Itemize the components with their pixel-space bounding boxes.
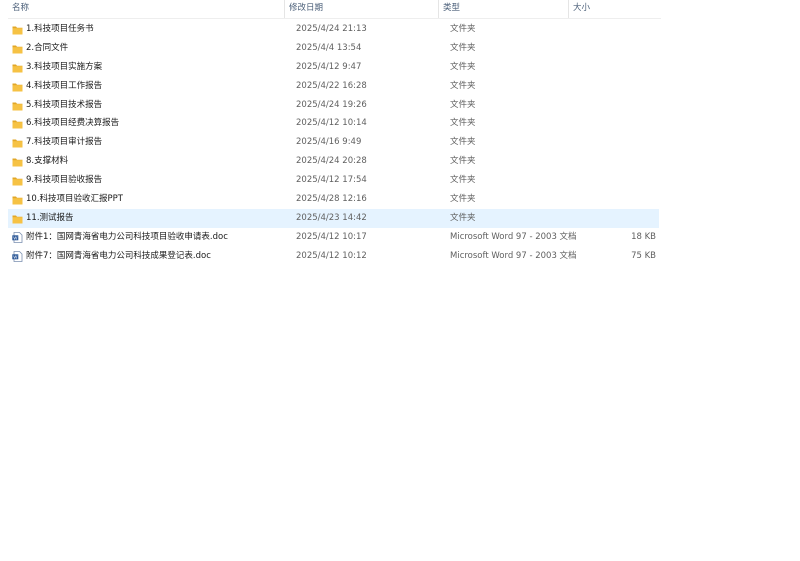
file-row[interactable]: 11.测试报告 2025/4/23 14:42 文件夹	[8, 208, 659, 228]
folder-icon	[12, 24, 23, 35]
file-name: 5.科技项目技术报告	[26, 99, 103, 110]
file-date-modified: 2025/4/24 21:13	[296, 24, 367, 34]
folder-icon	[12, 118, 23, 129]
file-size: 18 KB	[631, 231, 656, 242]
folder-icon	[12, 213, 23, 224]
file-type: 文件夹	[450, 137, 476, 148]
file-row[interactable]: 1.科技项目任务书 2025/4/24 21:13 文件夹	[8, 20, 659, 39]
svg-text:W: W	[13, 254, 17, 259]
file-row[interactable]: W 附件7：国网青海省电力公司科技成果登记表.doc 2025/4/12 10:12…	[8, 247, 659, 266]
file-type: 文件夹	[450, 194, 476, 205]
folder-icon	[12, 175, 23, 186]
file-date-modified: 2025/4/22 16:28	[296, 80, 367, 91]
file-date-modified: 2025/4/12 9:47	[296, 61, 362, 72]
file-date-modified: 2025/4/24 19:26	[296, 99, 367, 110]
file-row[interactable]: 8.支撑材料 2025/4/24 20:28 文件夹	[8, 152, 659, 171]
file-type: 文件夹	[450, 118, 476, 129]
file-type: 文件夹	[450, 175, 476, 186]
file-type: Microsoft Word 97 - 2003 文档	[450, 250, 577, 261]
file-type: 文件夹	[450, 156, 476, 167]
file-name: 附件1：国网青海省电力公司科技项目验收申请表.doc	[26, 231, 228, 242]
file-date-modified: 2025/4/12 10:14	[296, 118, 367, 129]
file-name: 7.科技项目审计报告	[26, 137, 103, 148]
column-header-type[interactable]: 类型	[438, 0, 568, 18]
file-row[interactable]: 7.科技项目审计报告 2025/4/16 9:49 文件夹	[8, 133, 659, 152]
word-doc-icon: W	[12, 250, 23, 262]
file-list: 1.科技项目任务书 2025/4/24 21:13 文件夹 2.合同文件 2025/4/…	[8, 20, 659, 266]
column-header-name[interactable]: 名称	[8, 0, 292, 18]
file-type: 文件夹	[450, 24, 476, 34]
file-explorer: ^ 名称 修改日期 类型 大小 1.科技项目任务书 2025/4/24 21:13…	[0, 0, 800, 561]
folder-icon	[12, 194, 23, 205]
file-name: 1.科技项目任务书	[26, 24, 94, 34]
file-type: 文件夹	[450, 212, 476, 223]
file-date-modified: 2025/4/23 14:42	[296, 212, 367, 223]
file-type: Microsoft Word 97 - 2003 文档	[450, 231, 577, 242]
file-name: 附件7：国网青海省电力公司科技成果登记表.doc	[26, 250, 211, 261]
file-row[interactable]: 4.科技项目工作报告 2025/4/22 16:28 文件夹	[8, 77, 659, 96]
file-date-modified: 2025/4/28 12:16	[296, 194, 367, 205]
file-row[interactable]: 10.科技项目验收汇报PPT 2025/4/28 12:16 文件夹	[8, 190, 659, 209]
file-date-modified: 2025/4/12 10:17	[296, 231, 367, 242]
file-name: 4.科技项目工作报告	[26, 80, 103, 91]
svg-text:W: W	[13, 235, 17, 240]
folder-icon	[12, 43, 23, 54]
column-header-date-modified[interactable]: 修改日期	[284, 0, 438, 18]
folder-icon	[12, 100, 23, 111]
folder-icon	[12, 156, 23, 167]
file-row[interactable]: 6.科技项目经费决算报告 2025/4/12 10:14 文件夹	[8, 114, 659, 133]
file-name: 11.测试报告	[26, 212, 74, 223]
file-row[interactable]: 9.科技项目验收报告 2025/4/12 17:54 文件夹	[8, 171, 659, 190]
file-name: 2.合同文件	[26, 42, 69, 53]
file-row[interactable]: 5.科技项目技术报告 2025/4/24 19:26 文件夹	[8, 96, 659, 115]
file-type: 文件夹	[450, 42, 476, 53]
file-date-modified: 2025/4/16 9:49	[296, 137, 362, 148]
file-type: 文件夹	[450, 80, 476, 91]
file-type: 文件夹	[450, 99, 476, 110]
folder-icon	[12, 81, 23, 92]
file-name: 10.科技项目验收汇报PPT	[26, 194, 123, 205]
file-date-modified: 2025/4/4 13:54	[296, 42, 362, 53]
file-date-modified: 2025/4/12 10:12	[296, 250, 367, 261]
file-date-modified: 2025/4/24 20:28	[296, 156, 367, 167]
file-date-modified: 2025/4/12 17:54	[296, 175, 367, 186]
file-row[interactable]: W 附件1：国网青海省电力公司科技项目验收申请表.doc 2025/4/12 10:…	[8, 228, 659, 247]
file-row[interactable]: 3.科技项目实施方案 2025/4/12 9:47 文件夹	[8, 58, 659, 77]
folder-icon	[12, 137, 23, 148]
file-name: 9.科技项目验收报告	[26, 175, 103, 186]
file-row[interactable]: 2.合同文件 2025/4/4 13:54 文件夹	[8, 39, 659, 58]
file-type: 文件夹	[450, 61, 476, 72]
file-name: 6.科技项目经费决算报告	[26, 118, 120, 129]
folder-icon	[12, 62, 23, 73]
file-name: 3.科技项目实施方案	[26, 61, 103, 72]
column-header-size[interactable]: 大小	[568, 0, 653, 18]
file-size: 75 KB	[631, 250, 656, 261]
word-doc-icon: W	[12, 231, 23, 243]
file-name: 8.支撑材料	[26, 156, 69, 167]
